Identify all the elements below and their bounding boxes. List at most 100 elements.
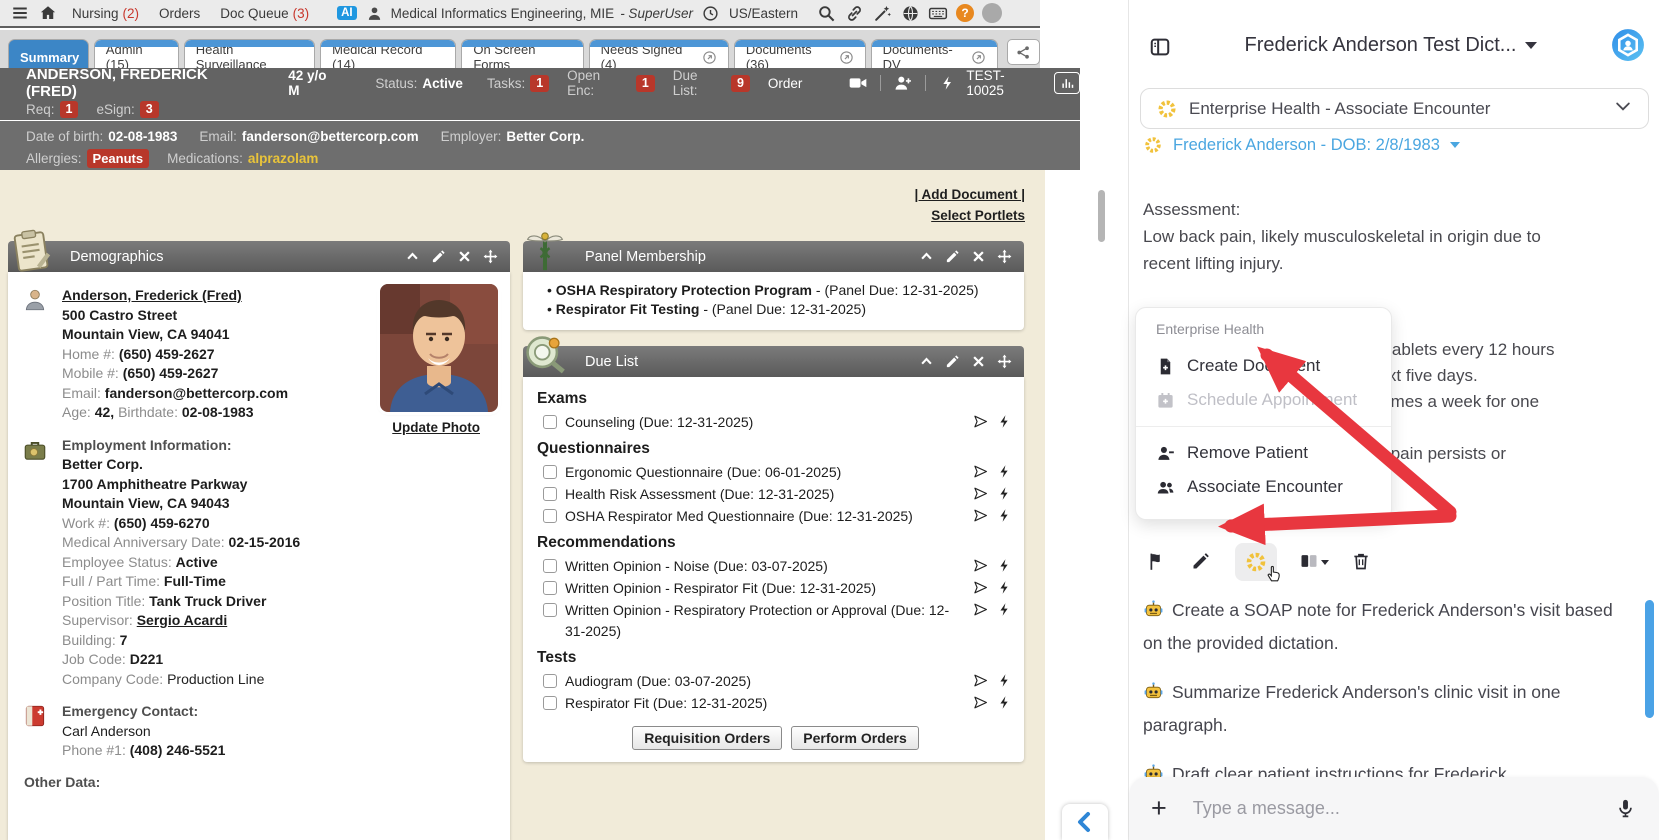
tab-admin[interactable]: Admin (15) xyxy=(94,39,179,68)
send-icon[interactable] xyxy=(973,558,988,573)
wand-icon[interactable] xyxy=(872,3,892,23)
panel-membership-header[interactable]: Panel Membership xyxy=(523,241,1024,272)
move-icon[interactable] xyxy=(483,249,498,264)
panel-name[interactable]: OSHA Respiratory Protection Program xyxy=(556,282,812,298)
bolt-icon[interactable] xyxy=(997,695,1012,710)
patient-context-link[interactable]: Frederick Anderson - DOB: 2/8/1983 xyxy=(1143,135,1460,155)
collapse-icon[interactable] xyxy=(919,249,934,264)
edit-icon[interactable] xyxy=(945,354,960,369)
bolt-icon[interactable] xyxy=(997,414,1012,429)
add-person-icon[interactable] xyxy=(893,73,913,93)
select-portlets-link[interactable]: Select Portlets xyxy=(914,205,1025,226)
send-icon[interactable] xyxy=(973,602,988,617)
help-icon[interactable]: ? xyxy=(956,4,974,22)
nav-doc-queue[interactable]: Doc Queue(3) xyxy=(220,6,309,21)
search-icon[interactable] xyxy=(816,3,836,23)
sidebar-toggle-icon[interactable] xyxy=(1149,34,1171,56)
add-attachment-button[interactable]: + xyxy=(1151,795,1167,822)
link-icon[interactable] xyxy=(844,3,864,23)
esign-count-badge[interactable]: 3 xyxy=(140,101,159,118)
tab-medical-record[interactable]: Medical Record (14) xyxy=(320,39,456,68)
nav-orders[interactable]: Orders xyxy=(159,6,200,21)
context-selector[interactable]: Enterprise Health - Associate Encounter xyxy=(1140,88,1649,129)
tasks-count-badge[interactable]: 1 xyxy=(530,75,549,92)
run-agent-button[interactable] xyxy=(1235,543,1277,581)
current-user[interactable]: Medical Informatics Engineering, MIE - S… xyxy=(365,3,693,23)
allergy-badge[interactable]: Peanuts xyxy=(87,149,150,168)
chart-icon-button[interactable] xyxy=(1054,72,1080,94)
send-icon[interactable] xyxy=(973,486,988,501)
panel-name[interactable]: Respirator Fit Testing xyxy=(556,301,700,317)
due-item-checkbox[interactable] xyxy=(543,487,557,501)
prompt-soap-note[interactable]: Create a SOAP note for Frederick Anderso… xyxy=(1143,594,1631,660)
tab-on-screen-forms[interactable]: On Screen Forms xyxy=(461,39,583,68)
move-icon[interactable] xyxy=(997,354,1012,369)
demographics-header[interactable]: Demographics xyxy=(8,241,510,272)
patient-name-link[interactable]: Anderson, Frederick (Fred) xyxy=(62,287,242,303)
supervisor-link[interactable]: Sergio Acardi xyxy=(137,612,228,628)
prompt-summarize-visit[interactable]: Summarize Frederick Anderson's clinic vi… xyxy=(1143,676,1631,742)
menu-item-remove-patient[interactable]: Remove Patient xyxy=(1136,436,1391,470)
bolt-icon[interactable] xyxy=(997,464,1012,479)
menu-item-create-document[interactable]: Create Document xyxy=(1136,349,1391,383)
mic-icon[interactable] xyxy=(1615,798,1637,820)
collapse-panel-button[interactable] xyxy=(1062,804,1108,840)
edit-icon[interactable] xyxy=(945,249,960,264)
bolt-icon[interactable] xyxy=(997,558,1012,573)
due-item-checkbox[interactable] xyxy=(543,559,557,573)
timezone-label[interactable]: US/Eastern xyxy=(729,6,798,21)
requisition-orders-button[interactable]: Requisition Orders xyxy=(632,726,782,750)
add-document-link[interactable]: | Add Document | xyxy=(914,184,1025,205)
edit-icon[interactable] xyxy=(431,249,446,264)
delete-icon[interactable] xyxy=(1351,551,1373,573)
popout-icon[interactable] xyxy=(971,50,986,65)
tab-options-button[interactable] xyxy=(1007,39,1040,65)
ehr-scrollbar-thumb[interactable] xyxy=(1098,190,1105,242)
bolt-icon[interactable] xyxy=(997,602,1012,617)
due-item-checkbox[interactable] xyxy=(543,696,557,710)
due-item-checkbox[interactable] xyxy=(543,509,557,523)
send-icon[interactable] xyxy=(973,508,988,523)
video-camera-icon[interactable] xyxy=(848,73,868,93)
flag-icon[interactable] xyxy=(1147,551,1169,573)
req-count-badge[interactable]: 1 xyxy=(60,101,79,118)
encounter-id[interactable]: TEST-10025 xyxy=(966,68,1042,98)
move-icon[interactable] xyxy=(997,249,1012,264)
due-item-checkbox[interactable] xyxy=(543,581,557,595)
medication-value[interactable]: alprazolam xyxy=(248,151,319,166)
tab-health-surveillance[interactable]: Health Surveillance xyxy=(184,39,315,68)
due-item-checkbox[interactable] xyxy=(543,674,557,688)
tab-documents-dv[interactable]: Documents-DV xyxy=(871,39,999,68)
collapse-icon[interactable] xyxy=(919,354,934,369)
nav-nursing[interactable]: Nursing(2) xyxy=(72,6,139,21)
bolt-icon[interactable] xyxy=(997,486,1012,501)
due-list-header[interactable]: Due List xyxy=(523,346,1024,377)
ai-scrollbar-thumb[interactable] xyxy=(1645,600,1654,718)
send-icon[interactable] xyxy=(973,673,988,688)
bolt-icon[interactable] xyxy=(997,673,1012,688)
copy-icon[interactable] xyxy=(1299,551,1329,573)
send-icon[interactable] xyxy=(973,414,988,429)
bolt-icon[interactable] xyxy=(997,580,1012,595)
tab-needs-signed[interactable]: Needs Signed (4) xyxy=(589,39,729,68)
keyboard-icon[interactable] xyxy=(928,3,948,23)
message-input[interactable] xyxy=(1193,798,1615,819)
globe-icon[interactable] xyxy=(900,3,920,23)
edit-icon[interactable] xyxy=(1191,551,1213,573)
perform-orders-button[interactable]: Perform Orders xyxy=(791,726,918,750)
close-icon[interactable] xyxy=(457,249,472,264)
tab-summary[interactable]: Summary xyxy=(8,39,89,68)
close-icon[interactable] xyxy=(971,249,986,264)
due-item-checkbox[interactable] xyxy=(543,465,557,479)
send-icon[interactable] xyxy=(973,695,988,710)
send-icon[interactable] xyxy=(973,464,988,479)
home-icon[interactable] xyxy=(38,3,58,23)
due-item-checkbox[interactable] xyxy=(543,415,557,429)
tab-documents[interactable]: Documents (36) xyxy=(734,39,866,68)
update-photo-link[interactable]: Update Photo xyxy=(392,420,480,435)
popout-icon[interactable] xyxy=(702,50,717,65)
close-icon[interactable] xyxy=(971,354,986,369)
due-item-checkbox[interactable] xyxy=(543,603,557,617)
avatar[interactable] xyxy=(982,3,1002,23)
menu-item-associate-encounter[interactable]: Associate Encounter xyxy=(1136,470,1391,504)
